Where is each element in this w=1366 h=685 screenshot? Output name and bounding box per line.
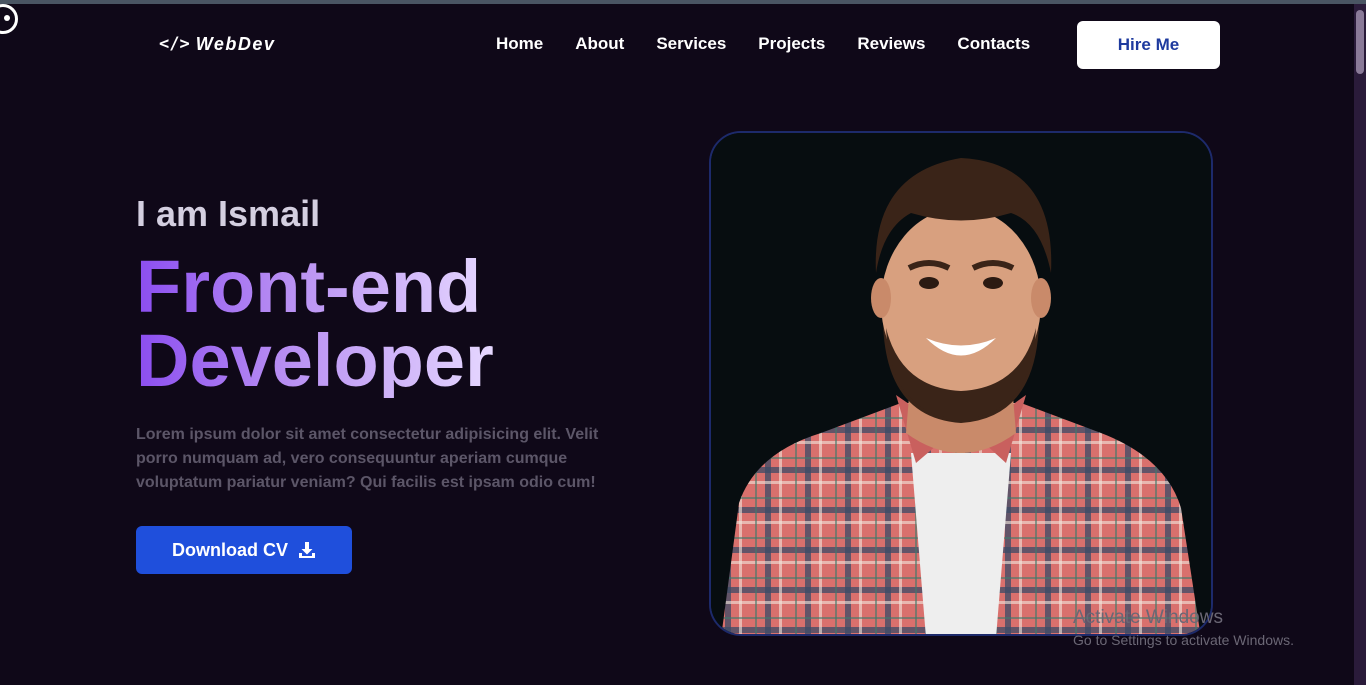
nav-services[interactable]: Services [656,34,726,54]
nav-reviews[interactable]: Reviews [857,34,925,54]
profile-photo [709,131,1213,636]
nav-contacts[interactable]: Contacts [957,34,1030,54]
download-icon [299,542,315,558]
hire-me-button[interactable]: Hire Me [1077,21,1220,69]
scrollbar-thumb[interactable] [1356,10,1364,74]
headline-line-1: Front-end [136,245,482,328]
hero-description: Lorem ipsum dolor sit amet consectetur a… [136,426,599,491]
nav-projects[interactable]: Projects [758,34,825,54]
headline-line-2: Developer [136,319,494,402]
activation-watermark-subtitle: Go to Settings to activate Windows. [1073,632,1294,648]
activation-watermark-title: Activate Windows [1073,607,1223,628]
nav-home[interactable]: Home [496,34,543,54]
scrollbar[interactable] [1354,4,1366,685]
person-portrait-image [711,133,1211,634]
code-brackets-icon: </> [159,34,190,54]
site-logo[interactable]: </> WebDev [159,33,275,55]
cursor-dot-icon [4,15,10,21]
hero-headline: Front-end Developer [136,250,494,398]
hero-intro: I am Ismail [136,193,321,234]
main-nav: Home About Services Projects Reviews Con… [496,34,1062,54]
nav-about[interactable]: About [575,34,624,54]
window-top-edge [0,0,1366,4]
download-cv-button[interactable]: Download CV [136,526,352,574]
logo-text: WebDev [195,33,276,54]
download-cv-label: Download CV [172,539,288,560]
